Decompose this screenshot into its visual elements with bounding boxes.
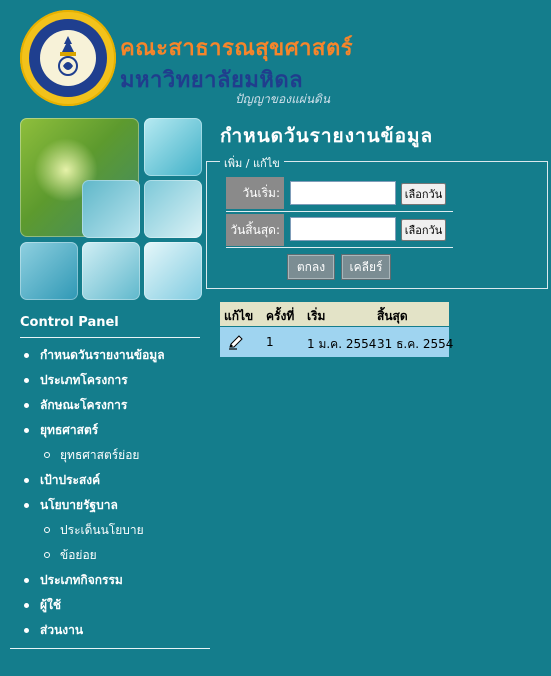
form-row-divider [226,211,453,212]
end-date-label: วันสิ้นสุด: [226,214,284,246]
control-panel-divider [20,337,200,338]
column-header-end: สิ้นสุด [377,309,408,323]
start-date-label: วันเริ่ม: [226,177,284,209]
collage-photo [82,242,140,300]
start-date-input[interactable] [290,181,396,205]
fieldset-legend: เพิ่ม / แก้ไข [220,154,284,172]
control-panel-title: Control Panel [20,315,119,330]
cell-round: 1 [266,335,274,349]
collage-photo [144,118,202,176]
university-seal-logo [20,10,116,106]
sidebar-item-goal[interactable]: เป้าประสงค์ [20,470,210,495]
page-title: กำหนดวันรายงานข้อมูล [220,125,434,147]
end-date-pick-button[interactable]: เลือกวัน [401,219,446,241]
end-date-input[interactable] [290,217,396,241]
photo-collage [20,118,202,302]
sidebar-subitem-policy-issue[interactable]: ประเด็นนโยบาย [20,520,210,545]
sidebar-item-government-policy[interactable]: นโยบายรัฐบาล [20,495,210,520]
column-header-start: เริ่ม [307,309,326,323]
sidebar-item-project-nature[interactable]: ลักษณะโครงการ [20,395,210,420]
collage-photo [82,180,140,238]
start-date-pick-button[interactable]: เลือกวัน [401,183,446,205]
university-motto: ปัญญาของแผ่นดิน [235,92,331,106]
clear-button[interactable]: เคลียร์ [341,254,391,280]
collage-photo [144,180,202,238]
faculty-name: คณะสาธารณสุขศาสตร์ [120,36,354,61]
collage-photo [144,242,202,300]
sidebar-bottom-divider [10,648,210,649]
sidebar-nav: กำหนดวันรายงานข้อมูล ประเภทโครงการ ลักษณ… [20,345,210,645]
collage-photo [20,242,78,300]
column-header-round: ครั้งที่ [266,309,295,323]
sidebar-item-activity-type[interactable]: ประเภทกิจกรรม [20,570,210,595]
sidebar-item-users[interactable]: ผู้ใช้ [20,595,210,620]
sidebar-item-strategy[interactable]: ยุทธศาสตร์ [20,420,210,445]
form-row-divider [226,247,453,248]
table-row: 1 1 ม.ค. 2554 31 ธ.ค. 2554 [220,327,453,357]
sidebar-item-report-date[interactable]: กำหนดวันรายงานข้อมูล [20,345,210,370]
ok-button[interactable]: ตกลง [287,254,335,280]
sidebar-item-project-type[interactable]: ประเภทโครงการ [20,370,210,395]
cell-end-date: 31 ธ.ค. 2554 [377,337,454,351]
table-header: แก้ไข ครั้งที่ เริ่ม สิ้นสุด [220,302,449,326]
sidebar-item-departments[interactable]: ส่วนงาน [20,620,210,645]
column-header-edit: แก้ไข [224,309,254,323]
edit-pencil-icon[interactable] [228,334,244,350]
crest-icon [58,36,78,76]
sidebar-subitem-sub-clause[interactable]: ข้อย่อย [20,545,210,570]
sidebar-subitem-sub-strategy[interactable]: ยุทธศาสตร์ย่อย [20,445,210,470]
cell-start-date: 1 ม.ค. 2554 [307,337,377,351]
